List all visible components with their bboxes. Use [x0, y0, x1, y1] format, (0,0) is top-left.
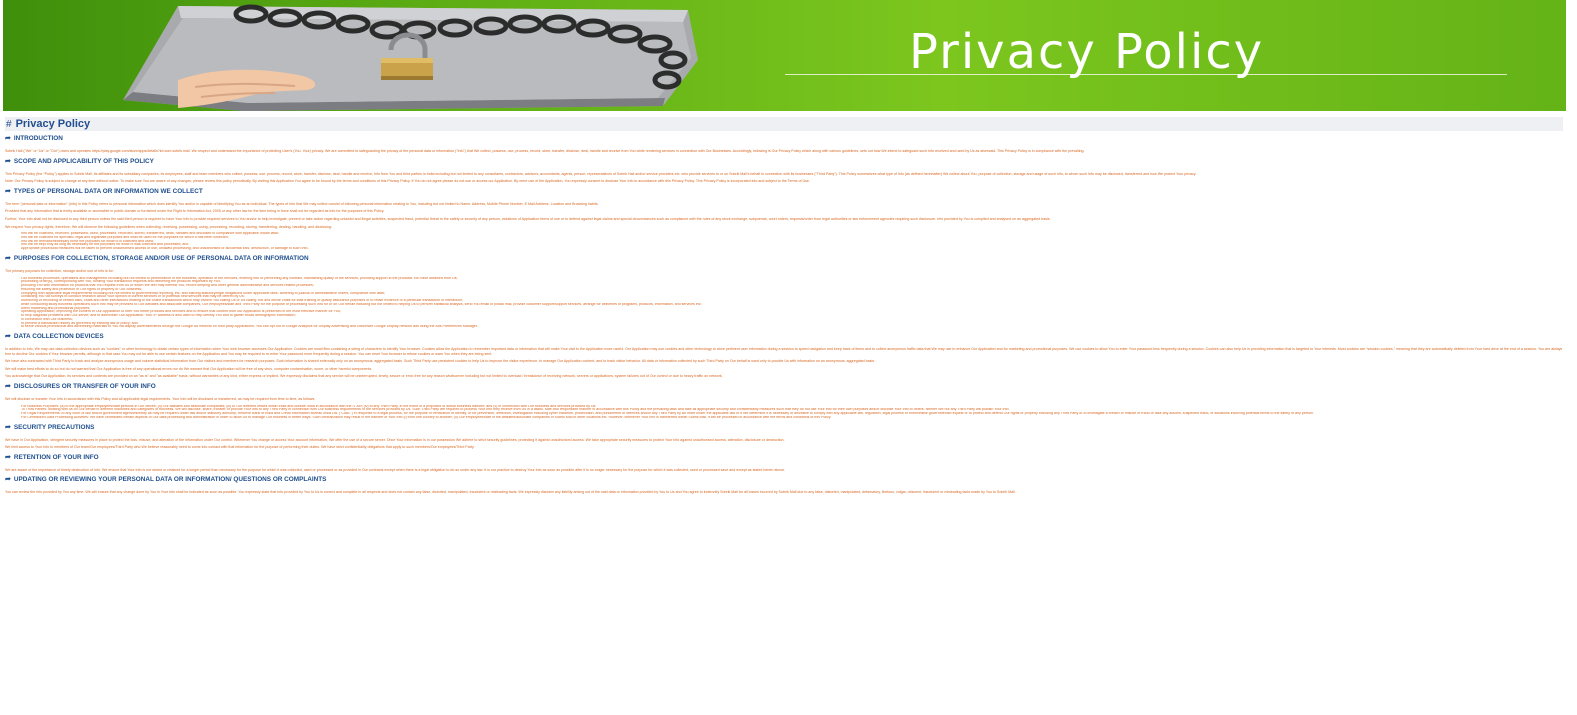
share-arrow-icon: ➦: [5, 135, 11, 142]
section-heading: ➦ DATA COLLECTION DEVICES: [5, 332, 1563, 342]
section-heading-text: PURPOSES FOR COLLECTION, STORAGE AND/OR …: [13, 254, 309, 262]
section-heading-text: SCOPE AND APPLICABILITY OF THIS POLICY: [13, 157, 154, 165]
list-item: to serve various promotional and adverti…: [21, 325, 1563, 329]
share-arrow-icon: ➦: [5, 453, 11, 461]
share-arrow-icon: ➦: [5, 187, 11, 195]
banner-title: Privacy Policy: [909, 24, 1265, 80]
policy-section: ➦ SECURITY PRECAUTIONS We have in Our Appl…: [5, 423, 1563, 453]
policy-section: ➦ INTRODUCTION Sobrik Hall ("We" or "Us" o…: [5, 134, 1563, 157]
section-paragraph: In addition to Info, We may use data col…: [5, 347, 1563, 356]
header-banner: Privacy Policy: [3, 0, 1566, 111]
policy-section: ➦ RETENTION OF YOUR INFO We are aware of t…: [5, 453, 1563, 476]
policy-section: ➦ UPDATING OR REVIEWING YOUR PERSONAL DAT…: [5, 475, 1563, 498]
section-heading-text: TYPES OF PERSONAL DATA OR INFORMATION WE…: [13, 187, 203, 195]
section-heading: ➦ UPDATING OR REVIEWING YOUR PERSONAL DAT…: [5, 475, 1563, 485]
section-bullet-list: Info will be collected, received, posses…: [5, 232, 1563, 251]
section-heading: ➦ RETENTION OF YOUR INFO: [5, 453, 1563, 463]
section-heading-text: UPDATING OR REVIEWING YOUR PERSONAL DATA…: [13, 476, 327, 484]
section-heading-text: DATA COLLECTION DEVICES: [13, 333, 104, 340]
policy-section: ➦ SCOPE AND APPLICABILITY OF THIS POLICY T…: [5, 157, 1563, 187]
section-heading: ➦ DISCLOSURES OR TRANSFER OF YOUR INFO: [5, 382, 1563, 392]
policy-section: ➦ PURPOSES FOR COLLECTION, STORAGE AND/OR…: [5, 254, 1563, 332]
privacy-policy-document: # Privacy Policy ➦ INTRODUCTION Sobrik Hal…: [5, 117, 1563, 715]
section-heading: ➦ SCOPE AND APPLICABILITY OF THIS POLICY: [5, 157, 1563, 167]
hash-icon: #: [6, 118, 12, 130]
binder-lock-illustration: [123, 4, 698, 111]
section-heading-text: SECURITY PRECAUTIONS: [13, 423, 95, 431]
share-arrow-icon: ➦: [5, 333, 11, 340]
list-item: Appropriate procedural measures will be …: [21, 247, 1563, 251]
section-heading-text: INTRODUCTION: [13, 135, 63, 142]
list-item: For Centralized Data Processing Activiti…: [21, 416, 1563, 420]
policy-section: ➦ DISCLOSURES OR TRANSFER OF YOUR INFO We …: [5, 382, 1563, 423]
section-bullet-list: For Business Purposes: (a) to the approp…: [5, 405, 1563, 420]
section-heading-text: RETENTION OF YOUR INFO: [13, 453, 99, 461]
section-heading: ➦ TYPES OF PERSONAL DATA OR INFORMATION W…: [5, 187, 1563, 197]
page-title-text: Privacy Policy: [15, 118, 91, 130]
policy-sections: ➦ INTRODUCTION Sobrik Hall ("We" or "Us" o…: [5, 134, 1563, 498]
share-arrow-icon: ➦: [5, 382, 11, 390]
policy-section: ➦ DATA COLLECTION DEVICES In addition to I…: [5, 332, 1563, 382]
section-heading: ➦ PURPOSES FOR COLLECTION, STORAGE AND/OR…: [5, 254, 1563, 264]
section-heading: ➦ INTRODUCTION: [5, 134, 1563, 144]
page-title: # Privacy Policy: [5, 117, 1563, 131]
share-arrow-icon: ➦: [5, 423, 11, 431]
share-arrow-icon: ➦: [5, 157, 11, 165]
banner-divider: [785, 74, 1507, 75]
policy-section: ➦ TYPES OF PERSONAL DATA OR INFORMATION W…: [5, 187, 1563, 254]
section-heading-text: DISCLOSURES OR TRANSFER OF YOUR INFO: [13, 382, 156, 390]
share-arrow-icon: ➦: [5, 254, 11, 262]
section-heading: ➦ SECURITY PRECAUTIONS: [5, 423, 1563, 433]
share-arrow-icon: ➦: [5, 476, 11, 484]
section-bullet-list: Our business processes, operations and m…: [5, 277, 1563, 330]
